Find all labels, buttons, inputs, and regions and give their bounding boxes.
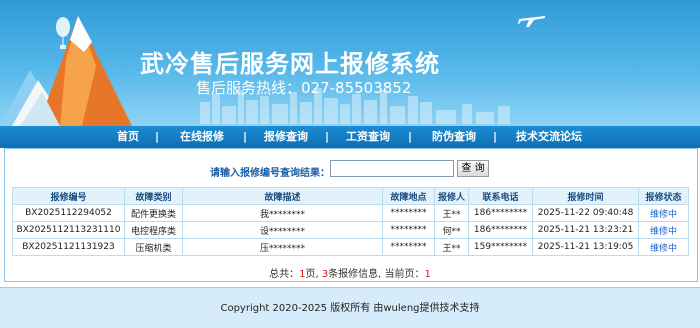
column-header-repair-number: 报修编号 [12,187,125,205]
cell-repair-time: 2025-11-22 09:40:48 [532,204,639,222]
site-title: 武冷售后服务网上报修系统 [140,50,440,78]
cell-phone: 186******** [468,204,533,222]
column-header-repair-time: 报修时间 [532,187,639,205]
table-row: BX2025112113231110 电控程序类 设******** *****… [12,221,689,239]
cell-repair-number: BX2025112294052 [12,204,125,222]
current-page-number: 1 [424,269,431,280]
main-navigation: 首页 | 在线报修 | 报修查询 | 工资查询 | 防伪查询 | 技术交流论坛 [0,126,700,148]
nav-item-salary-query[interactable]: 工资查询 [346,126,390,148]
nav-item-anti-counterfeit-query[interactable]: 防伪查询 [432,126,476,148]
nav-item-repair-query[interactable]: 报修查询 [264,126,308,148]
cell-fault-category: 压缩机类 [124,238,183,256]
nav-item-home[interactable]: 首页 [117,126,139,148]
cell-fault-description: 压******** [182,238,383,256]
nav-separator: | [155,130,160,143]
service-hotline: 售后服务热线：027-85503852 [196,79,412,97]
cell-phone: 186******** [468,221,533,239]
table-header-row: 报修编号 故障类别 故障描述 故障地点 报修人 联系电话 报修时间 报修状态 [12,187,689,205]
cell-reporter: 王** [434,204,469,222]
cell-repair-number: BX2025112113231110 [12,221,125,239]
cell-repair-status-link[interactable]: 维修中 [638,204,689,222]
cell-phone: 159******** [468,238,533,256]
search-button[interactable]: 查 询 [457,160,489,177]
search-label: 请输入报修编号查询结果： [210,168,330,179]
repair-number-search-input[interactable] [330,160,454,177]
nav-item-online-repair[interactable]: 在线报修 [180,126,224,148]
cell-fault-location: ******** [382,221,435,239]
pagination-summary: 总共：1页, 3条报修信息, 当前页：1 [0,265,700,280]
table-row: BX20251121131923 压缩机类 压******** ********… [12,238,689,256]
cell-reporter: 何** [434,221,469,239]
cell-repair-time: 2025-11-21 13:19:05 [532,238,639,256]
cell-reporter: 王** [434,238,469,256]
nav-separator: | [243,130,248,143]
pager-text: 条报修信息, 当前页： [328,269,425,280]
nav-item-tech-forum[interactable]: 技术交流论坛 [516,126,582,148]
repair-records-table: 报修编号 故障类别 故障描述 故障地点 报修人 联系电话 报修时间 报修状态 B… [12,187,689,256]
cell-fault-location: ******** [382,238,435,256]
column-header-fault-description: 故障描述 [182,187,383,205]
cell-fault-description: 我******** [182,204,383,222]
cell-fault-category: 配件更换类 [124,204,183,222]
cell-repair-time: 2025-11-21 13:23:21 [532,221,639,239]
cell-fault-location: ******** [382,204,435,222]
footer: Copyright 2020-2025 版权所有 由wuleng提供技术支持 [0,287,700,328]
column-header-phone: 联系电话 [468,187,533,205]
cell-repair-number: BX20251121131923 [12,238,125,256]
copyright-text: Copyright 2020-2025 版权所有 由wuleng提供技术支持 [220,303,480,314]
nav-separator: | [325,130,330,143]
cell-repair-status-link[interactable]: 维修中 [638,238,689,256]
pager-prefix: 总共： [269,269,300,280]
column-header-fault-category: 故障类别 [124,187,183,205]
column-header-reporter: 报修人 [434,187,469,205]
column-header-fault-location: 故障地点 [382,187,435,205]
header-banner: 武冷售后服务网上报修系统 售后服务热线：027-85503852 [0,0,700,126]
airplane-icon [518,16,545,27]
cell-fault-category: 电控程序类 [124,221,183,239]
nav-separator: | [493,130,498,143]
cell-fault-description: 设******** [182,221,383,239]
pager-text: 页, [305,269,322,280]
table-row: BX2025112294052 配件更换类 我******** ********… [12,204,689,222]
nav-separator: | [408,130,413,143]
column-header-repair-status: 报修状态 [638,187,689,205]
cell-repair-status-link[interactable]: 维修中 [638,221,689,239]
